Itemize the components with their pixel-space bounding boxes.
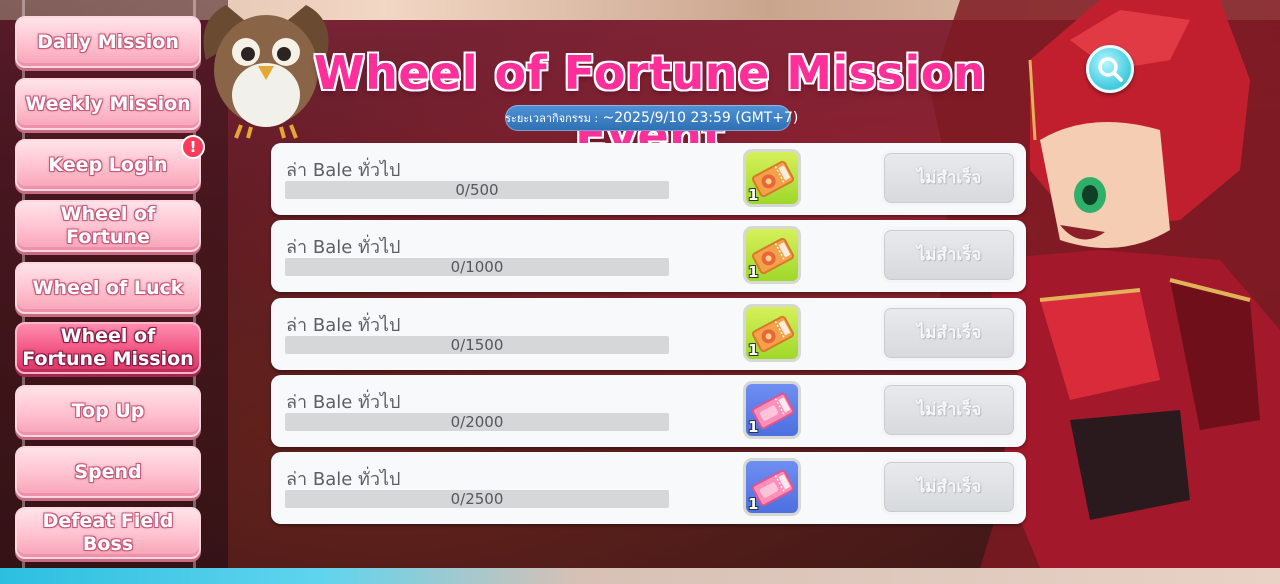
mission-progress-text: 0/2500 (450, 490, 504, 508)
sidebar-item-keep-login[interactable]: Keep Login ! (15, 135, 205, 191)
sidebar-item-label: Keep Login (48, 153, 168, 176)
mission-progress-bar: 0/1500 (285, 336, 669, 354)
sidebar-item-label: Defeat Field Boss (42, 510, 174, 555)
mission-row: ล่า Bale ทั่วไป 0/500 1 ไม่สำเร็จ (271, 143, 1026, 215)
mission-progress-text: 0/1500 (450, 336, 504, 354)
sidebar-item-wheel-of-luck[interactable]: Wheel of Luck (15, 262, 201, 314)
reward-quantity: 1 (748, 186, 759, 204)
mission-name: ล่า Bale ทั่วไป (286, 315, 401, 336)
mission-progress-text: 0/1000 (450, 258, 504, 276)
mission-row: ล่า Bale ทั่วไป 0/1500 1 ไม่สำเร็จ (271, 298, 1026, 370)
bottom-banner-strip (0, 568, 1280, 584)
mission-row: ล่า Bale ทั่วไป 0/2000 1 ไม่สำเร็จ (271, 375, 1026, 447)
mission-progress-bar: 0/1000 (285, 258, 669, 276)
sidebar-item-defeat-field-boss[interactable]: Defeat Field Boss (15, 507, 201, 559)
claim-status-button[interactable]: ไม่สำเร็จ (881, 150, 1017, 206)
sidebar-item-wheel-of-fortune[interactable]: Wheel of Fortune (15, 200, 201, 252)
sidebar-item-label: Wheel of Fortune (60, 203, 156, 248)
sidebar-item-label: Daily Mission (37, 30, 179, 53)
mission-name: ล่า Bale ทั่วไป (286, 160, 401, 181)
mission-progress-bar: 0/500 (285, 181, 669, 199)
sidebar-item-label: Wheel of Luck (32, 276, 184, 299)
event-sidebar: Daily Mission Weekly Mission Keep Login … (0, 0, 228, 568)
sidebar-item-top-up[interactable]: Top Up (15, 385, 201, 437)
search-button[interactable] (1086, 45, 1134, 93)
reward-item[interactable]: 1 (743, 304, 801, 362)
mission-progress-bar: 0/2000 (285, 413, 669, 431)
sidebar-item-label: Top Up (71, 399, 145, 422)
reward-quantity: 1 (748, 341, 759, 359)
event-period: ระยะเวลากิจกรรม : ~2025/9/10 23:59 (GMT+… (505, 105, 798, 131)
reward-item[interactable]: 1 (743, 149, 801, 207)
event-period-label: ระยะเวลากิจกรรม : (505, 112, 599, 125)
reward-quantity: 1 (748, 418, 759, 436)
mission-name: ล่า Bale ทั่วไป (286, 237, 401, 258)
sidebar-item-label: Weekly Mission (25, 92, 191, 115)
sidebar-item-label: Spend (74, 460, 142, 483)
sidebar-item-label: Wheel of Fortune Mission (22, 325, 194, 370)
sidebar-item-weekly-mission[interactable]: Weekly Mission (15, 78, 201, 130)
event-screen: Daily Mission Weekly Mission Keep Login … (0, 0, 1280, 584)
claim-status-button[interactable]: ไม่สำเร็จ (881, 227, 1017, 283)
mission-name: ล่า Bale ทั่วไป (286, 469, 401, 490)
reward-quantity: 1 (748, 495, 759, 513)
claim-status-button[interactable]: ไม่สำเร็จ (881, 459, 1017, 515)
sidebar-item-daily-mission[interactable]: Daily Mission (15, 16, 201, 68)
search-icon (1098, 57, 1123, 82)
reward-item[interactable]: 1 (743, 226, 801, 284)
reward-item[interactable]: 1 (743, 381, 801, 439)
mission-row: ล่า Bale ทั่วไป 0/1000 1 ไม่สำเร็จ (271, 220, 1026, 292)
sidebar-item-spend[interactable]: Spend (15, 446, 201, 498)
event-period-value: ~2025/9/10 23:59 (GMT+7) (602, 110, 799, 126)
mission-progress-text: 0/2000 (450, 413, 504, 431)
event-title: Wheel of Fortune Mission Event (313, 46, 987, 162)
claim-status-button[interactable]: ไม่สำเร็จ (881, 305, 1017, 361)
claim-status-button[interactable]: ไม่สำเร็จ (881, 382, 1017, 438)
mission-row: ล่า Bale ทั่วไป 0/2500 1 ไม่สำเร็จ (271, 452, 1026, 524)
mission-progress-text: 0/500 (455, 181, 499, 199)
mission-progress-bar: 0/2500 (285, 490, 669, 508)
mission-name: ล่า Bale ทั่วไป (286, 392, 401, 413)
reward-quantity: 1 (748, 263, 759, 281)
reward-item[interactable]: 1 (743, 458, 801, 516)
sidebar-item-wheel-of-fortune-mission[interactable]: Wheel of Fortune Mission (15, 322, 201, 374)
